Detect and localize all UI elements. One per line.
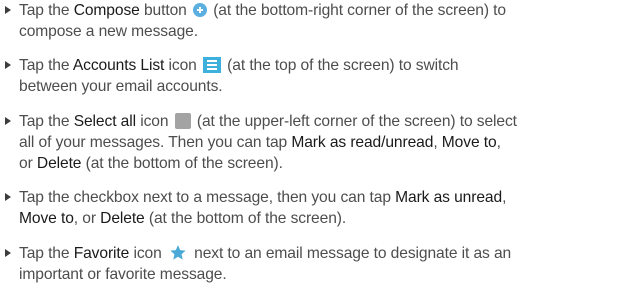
- text-run: ,: [433, 134, 442, 151]
- text-run: (at the bottom-right corner of the scree…: [208, 2, 506, 19]
- keyword-mark-as-read-unread: Mark as read/unread: [291, 134, 434, 151]
- text-run: icon: [135, 113, 173, 130]
- list-item-line: Tap the Compose button (at the bottom-ri…: [19, 0, 631, 22]
- list-item-line: between your email accounts.: [19, 78, 223, 95]
- compose-icon: [192, 3, 207, 17]
- list-item-line: Tap the Favorite icon next to an email m…: [19, 243, 631, 265]
- text-run: Tap the: [19, 245, 74, 262]
- keyword-mark-as-unread: Mark as unread: [395, 189, 503, 206]
- text-run: icon: [164, 57, 201, 74]
- keyword-favorite: Favorite: [73, 245, 130, 262]
- list-item-line: Tap the checkbox next to a message, then…: [19, 187, 631, 209]
- keyword-move-to: Move to: [441, 134, 497, 151]
- text-run: ,: [496, 134, 501, 151]
- text-run: button: [139, 2, 191, 19]
- text-run: (at the bottom of the screen).: [144, 210, 347, 227]
- accounts-list-icon: [202, 57, 221, 73]
- text-run: ,: [502, 189, 507, 206]
- keyword-compose: Compose: [73, 2, 140, 19]
- text-run: Tap the checkbox next to a message, then…: [19, 189, 396, 206]
- keyword-delete: Delete: [36, 155, 82, 172]
- list-item-line: Tap the Select all icon (at the upper-le…: [19, 111, 631, 133]
- keyword-select-all: Select all: [73, 113, 136, 130]
- text-run: , or: [73, 210, 101, 227]
- list-item-line: all of your messages. Then you can tap M…: [19, 132, 631, 154]
- text-run: (at the top of the screen) to switch: [222, 57, 459, 74]
- list-item-line: Move to, or Delete (at the bottom of the…: [19, 208, 631, 230]
- text-run: (at the upper-left corner of the screen)…: [192, 113, 517, 130]
- select-all-icon: [174, 113, 191, 129]
- list-item-line: Tap the Accounts List icon (at the top o…: [19, 55, 631, 77]
- bullet-arrow-icon: [5, 249, 11, 257]
- text-run: next to an email message to designate it…: [189, 245, 512, 262]
- bullet-arrow-icon: [5, 193, 11, 201]
- keyword-delete: Delete: [100, 210, 145, 227]
- text-run: (at the bottom of the screen).: [81, 155, 283, 172]
- bullet-arrow-icon: [5, 61, 11, 69]
- bullet-arrow-icon: [5, 117, 11, 125]
- text-run: Tap the: [19, 57, 73, 74]
- keyword-accounts-list: Accounts List: [72, 57, 165, 74]
- list-item-line: compose a new message.: [19, 23, 198, 40]
- list-item-line: important or favorite message.: [19, 266, 227, 283]
- text-run: all of your messages. Then you can tap: [19, 134, 292, 151]
- keyword-move-to: Move to: [19, 210, 74, 227]
- text-run: Tap the: [19, 2, 74, 19]
- list-item-line: or Delete (at the bottom of the screen).: [19, 153, 631, 175]
- text-run: icon: [129, 245, 166, 262]
- text-run: or: [19, 155, 37, 172]
- text-run: Tap the: [19, 113, 74, 130]
- bullet-arrow-icon: [5, 6, 11, 14]
- star-icon: [170, 245, 186, 260]
